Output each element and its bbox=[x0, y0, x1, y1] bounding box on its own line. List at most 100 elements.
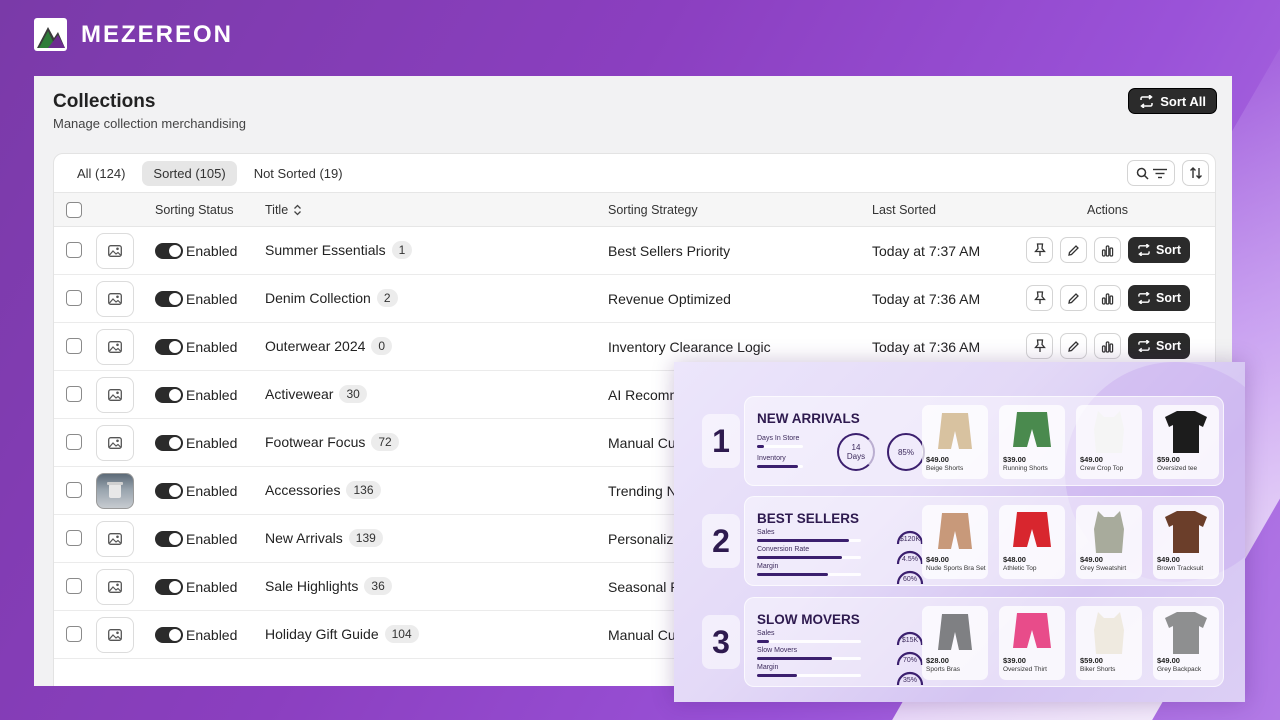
product-card[interactable]: $59.00 Oversized tee bbox=[1153, 405, 1219, 479]
search-filter-button[interactable] bbox=[1127, 160, 1175, 186]
row-checkbox[interactable] bbox=[66, 626, 82, 642]
product-card[interactable]: $48.00 Athletic Top bbox=[999, 505, 1065, 579]
sorting-status-label: Enabled bbox=[186, 579, 238, 595]
product-card[interactable]: $39.00 Oversized Thirt bbox=[999, 606, 1065, 680]
collection-title[interactable]: Holiday Gift Guide 104 bbox=[265, 625, 419, 643]
sort-all-button[interactable]: Sort All bbox=[1128, 88, 1217, 114]
product-name: Sports Bras bbox=[926, 666, 960, 673]
collection-title-text: Denim Collection bbox=[265, 290, 371, 306]
row-checkbox[interactable] bbox=[66, 482, 82, 498]
row-checkbox[interactable] bbox=[66, 338, 82, 354]
collection-title[interactable]: Sale Highlights 36 bbox=[265, 577, 392, 595]
product-price: $39.00 bbox=[1003, 455, 1026, 464]
sorting-status-toggle[interactable] bbox=[155, 291, 183, 307]
sorting-status-toggle[interactable] bbox=[155, 243, 183, 259]
product-card[interactable]: $49.00 Grey Sweatshirt bbox=[1076, 505, 1142, 579]
product-count-badge: 72 bbox=[371, 433, 399, 451]
collection-title-text: Footwear Focus bbox=[265, 434, 366, 450]
edit-button[interactable] bbox=[1060, 237, 1087, 263]
sort-order-button[interactable] bbox=[1182, 160, 1209, 186]
product-name: Crew Crop Top bbox=[1080, 465, 1124, 472]
sort-button[interactable]: Sort bbox=[1128, 237, 1190, 263]
edit-button[interactable] bbox=[1060, 333, 1087, 359]
collection-title[interactable]: Accessories 136 bbox=[265, 481, 381, 499]
product-name: Oversized tee bbox=[1157, 465, 1198, 472]
collection-title[interactable]: Denim Collection 2 bbox=[265, 289, 398, 307]
sorting-strategy: Personalize bbox=[608, 531, 682, 547]
edit-button[interactable] bbox=[1060, 285, 1087, 311]
metric-label: Sales bbox=[757, 630, 775, 637]
image-placeholder-icon bbox=[108, 389, 122, 401]
tab-all[interactable]: All (124) bbox=[66, 161, 136, 186]
sort-button[interactable]: Sort bbox=[1128, 333, 1190, 359]
sort-button[interactable]: Sort bbox=[1128, 285, 1190, 311]
collection-title[interactable]: Activewear 30 bbox=[265, 385, 367, 403]
pin-button[interactable] bbox=[1026, 285, 1053, 311]
product-card[interactable]: $39.00 Running Shorts bbox=[999, 405, 1065, 479]
sorting-status-toggle[interactable] bbox=[155, 387, 183, 403]
row-checkbox[interactable] bbox=[66, 242, 82, 258]
row-checkbox[interactable] bbox=[66, 386, 82, 402]
select-all-checkbox[interactable] bbox=[66, 202, 82, 218]
pin-button[interactable] bbox=[1026, 237, 1053, 263]
tab-not-sorted[interactable]: Not Sorted (19) bbox=[243, 161, 354, 186]
analytics-button[interactable] bbox=[1094, 333, 1121, 359]
product-price: $48.00 bbox=[1003, 555, 1026, 564]
collection-title-text: Holiday Gift Guide bbox=[265, 626, 379, 642]
sort-cycle-icon bbox=[1140, 94, 1153, 108]
segment-card[interactable]: BEST SELLERS Sales Conversion Rate Margi… bbox=[744, 496, 1224, 586]
product-card[interactable]: $49.00 Beige Shorts bbox=[922, 405, 988, 479]
product-name: Biker Shorts bbox=[1080, 666, 1116, 673]
collection-thumbnail bbox=[96, 233, 134, 269]
product-card[interactable]: $49.00 Grey Backpack bbox=[1153, 606, 1219, 680]
collection-title[interactable]: Outerwear 2024 0 bbox=[265, 337, 393, 355]
analytics-button[interactable] bbox=[1094, 285, 1121, 311]
product-price: $49.00 bbox=[1157, 555, 1180, 564]
sorting-strategy: Inventory Clearance Logic bbox=[608, 339, 771, 355]
product-card[interactable]: $49.00 Brown Tracksuit bbox=[1153, 505, 1219, 579]
row-checkbox[interactable] bbox=[66, 578, 82, 594]
product-count-badge: 139 bbox=[348, 529, 383, 547]
segment-title: SLOW MOVERS bbox=[757, 612, 860, 627]
table-row[interactable]: Enabled Summer Essentials 1 Best Sellers… bbox=[54, 227, 1215, 275]
product-card[interactable]: $49.00 Crew Crop Top bbox=[1076, 405, 1142, 479]
table-header: Sorting Status Title Sorting Strategy La… bbox=[54, 192, 1215, 227]
collection-thumbnail bbox=[96, 617, 134, 653]
collection-title[interactable]: Footwear Focus 72 bbox=[265, 433, 399, 451]
collection-title[interactable]: New Arrivals 139 bbox=[265, 529, 383, 547]
sorting-status-toggle[interactable] bbox=[155, 579, 183, 595]
sorting-status-label: Enabled bbox=[186, 291, 238, 307]
row-checkbox[interactable] bbox=[66, 290, 82, 306]
column-last-sorted: Last Sorted bbox=[872, 203, 936, 217]
sorting-status-toggle[interactable] bbox=[155, 339, 183, 355]
analytics-button[interactable] bbox=[1094, 237, 1121, 263]
sorting-status-toggle[interactable] bbox=[155, 627, 183, 643]
sorting-status-toggle[interactable] bbox=[155, 435, 183, 451]
pin-button[interactable] bbox=[1026, 333, 1053, 359]
metric-label: Margin bbox=[757, 664, 779, 671]
metric-bar bbox=[757, 573, 861, 576]
product-card[interactable]: $59.00 Biker Shorts bbox=[1076, 606, 1142, 680]
collection-title[interactable]: Summer Essentials 1 bbox=[265, 241, 413, 259]
segment-card[interactable]: NEW ARRIVALS Days In Store Inventory 14 D… bbox=[744, 396, 1224, 486]
segment-card[interactable]: SLOW MOVERS Sales Slow Movers Margin $15… bbox=[744, 597, 1224, 687]
image-placeholder-icon bbox=[108, 629, 122, 641]
sort-button-label: Sort bbox=[1156, 339, 1181, 353]
row-checkbox[interactable] bbox=[66, 530, 82, 546]
product-card[interactable]: $49.00 Nude Sports Bra Set bbox=[922, 505, 988, 579]
table-row[interactable]: Enabled Denim Collection 2 Revenue Optim… bbox=[54, 275, 1215, 323]
product-count-badge: 2 bbox=[376, 289, 398, 307]
sorting-strategy: Trending N bbox=[608, 483, 677, 499]
metric-gauge: 4.5% bbox=[895, 547, 925, 565]
sorting-status-toggle[interactable] bbox=[155, 483, 183, 499]
tab-sorted[interactable]: Sorted (105) bbox=[142, 161, 237, 186]
collection-title-text: New Arrivals bbox=[265, 530, 343, 546]
row-checkbox[interactable] bbox=[66, 434, 82, 450]
column-title[interactable]: Title bbox=[265, 203, 302, 217]
sorting-status-toggle[interactable] bbox=[155, 531, 183, 547]
product-card[interactable]: $28.00 Sports Bras bbox=[922, 606, 988, 680]
sorting-strategy: Seasonal P bbox=[608, 579, 680, 595]
product-count-badge: 1 bbox=[391, 241, 413, 259]
product-name: Grey Backpack bbox=[1157, 666, 1202, 673]
metric-label: Slow Movers bbox=[757, 647, 798, 654]
